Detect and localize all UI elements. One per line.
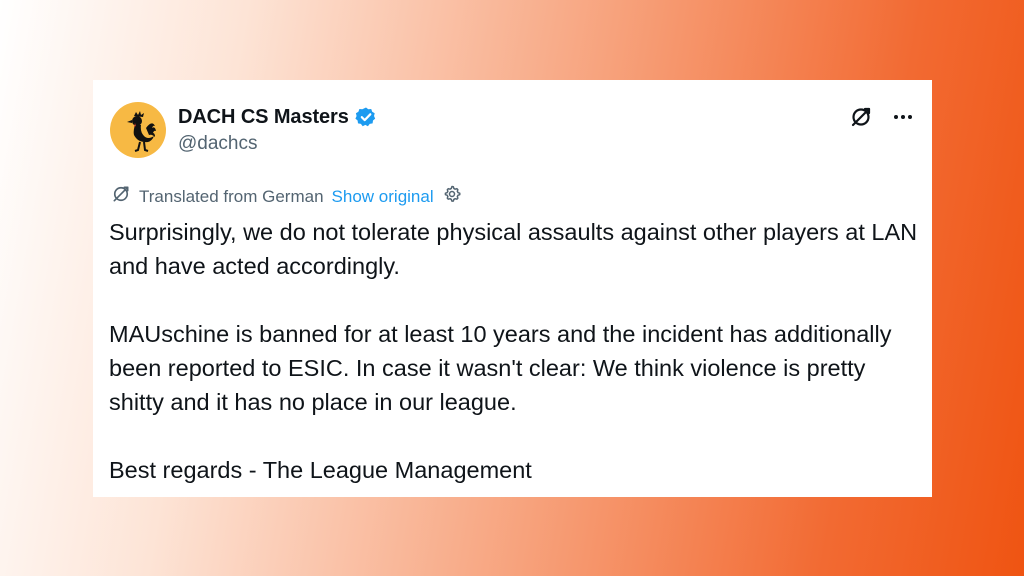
tweet-actions	[848, 104, 916, 130]
verified-badge-icon	[355, 106, 377, 128]
tweet-paragraph: Surprisingly, we do not tolerate physica…	[109, 219, 918, 279]
tweet-text: Surprisingly, we do not tolerate physica…	[109, 215, 919, 487]
gear-icon[interactable]	[442, 184, 462, 209]
rooster-icon	[127, 111, 156, 152]
translate-small-icon	[111, 184, 131, 209]
author-display-name[interactable]: DACH CS Masters	[178, 106, 349, 129]
translate-icon[interactable]	[848, 104, 874, 130]
translation-bar: Translated from German Show original	[111, 184, 462, 209]
translated-from-label: Translated from German	[139, 186, 324, 206]
more-icon[interactable]	[890, 104, 916, 130]
author-name-row: DACH CS Masters	[178, 104, 377, 130]
tweet-card: DACH CS Masters @dachcs Translated from …	[93, 80, 932, 497]
tweet-paragraph: MAUschine is banned for at least 10 year…	[109, 321, 892, 415]
avatar[interactable]	[110, 102, 166, 158]
author-handle[interactable]: @dachcs	[178, 133, 258, 155]
tweet-paragraph: Best regards - The League Management	[109, 457, 532, 483]
show-original-link[interactable]: Show original	[332, 187, 434, 207]
